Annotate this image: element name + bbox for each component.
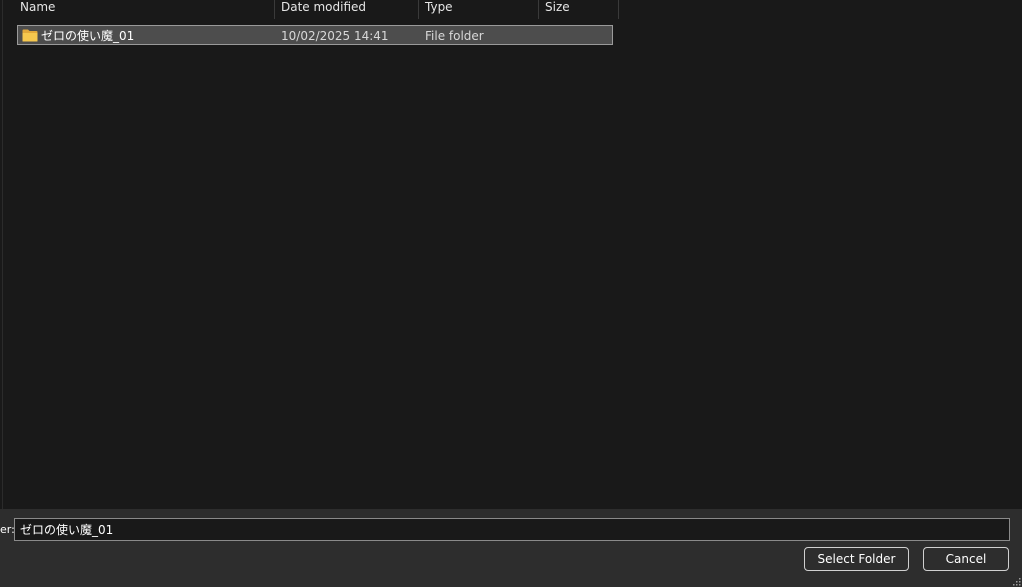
folder-name-input[interactable] — [14, 518, 1010, 541]
resize-grip-icon[interactable] — [1013, 578, 1021, 586]
file-date-modified: 10/02/2025 14:41 — [281, 29, 389, 43]
select-folder-button[interactable]: Select Folder — [804, 547, 909, 571]
column-header-name[interactable]: Name — [14, 0, 274, 19]
column-header-date-modified[interactable]: Date modified — [275, 0, 418, 19]
file-name: ゼロの使い魔_01 — [41, 29, 135, 43]
folder-icon — [22, 29, 38, 42]
dialog-footer: er: Select Folder Cancel — [0, 509, 1022, 587]
file-list-pane[interactable]: Name Date modified Type Size ゼロの使い魔_01 1… — [0, 0, 1022, 509]
file-row-selected[interactable]: ゼロの使い魔_01 10/02/2025 14:41 File folder — [17, 25, 613, 45]
column-separator[interactable] — [618, 0, 619, 19]
file-type: File folder — [425, 29, 484, 43]
folder-field-label: er: — [0, 523, 15, 536]
folder-picker-dialog: Name Date modified Type Size ゼロの使い魔_01 1… — [0, 0, 1022, 587]
cancel-button[interactable]: Cancel — [923, 547, 1009, 571]
column-header-type[interactable]: Type — [419, 0, 539, 19]
column-header-size[interactable]: Size — [539, 0, 618, 19]
pane-left-border — [2, 0, 3, 509]
